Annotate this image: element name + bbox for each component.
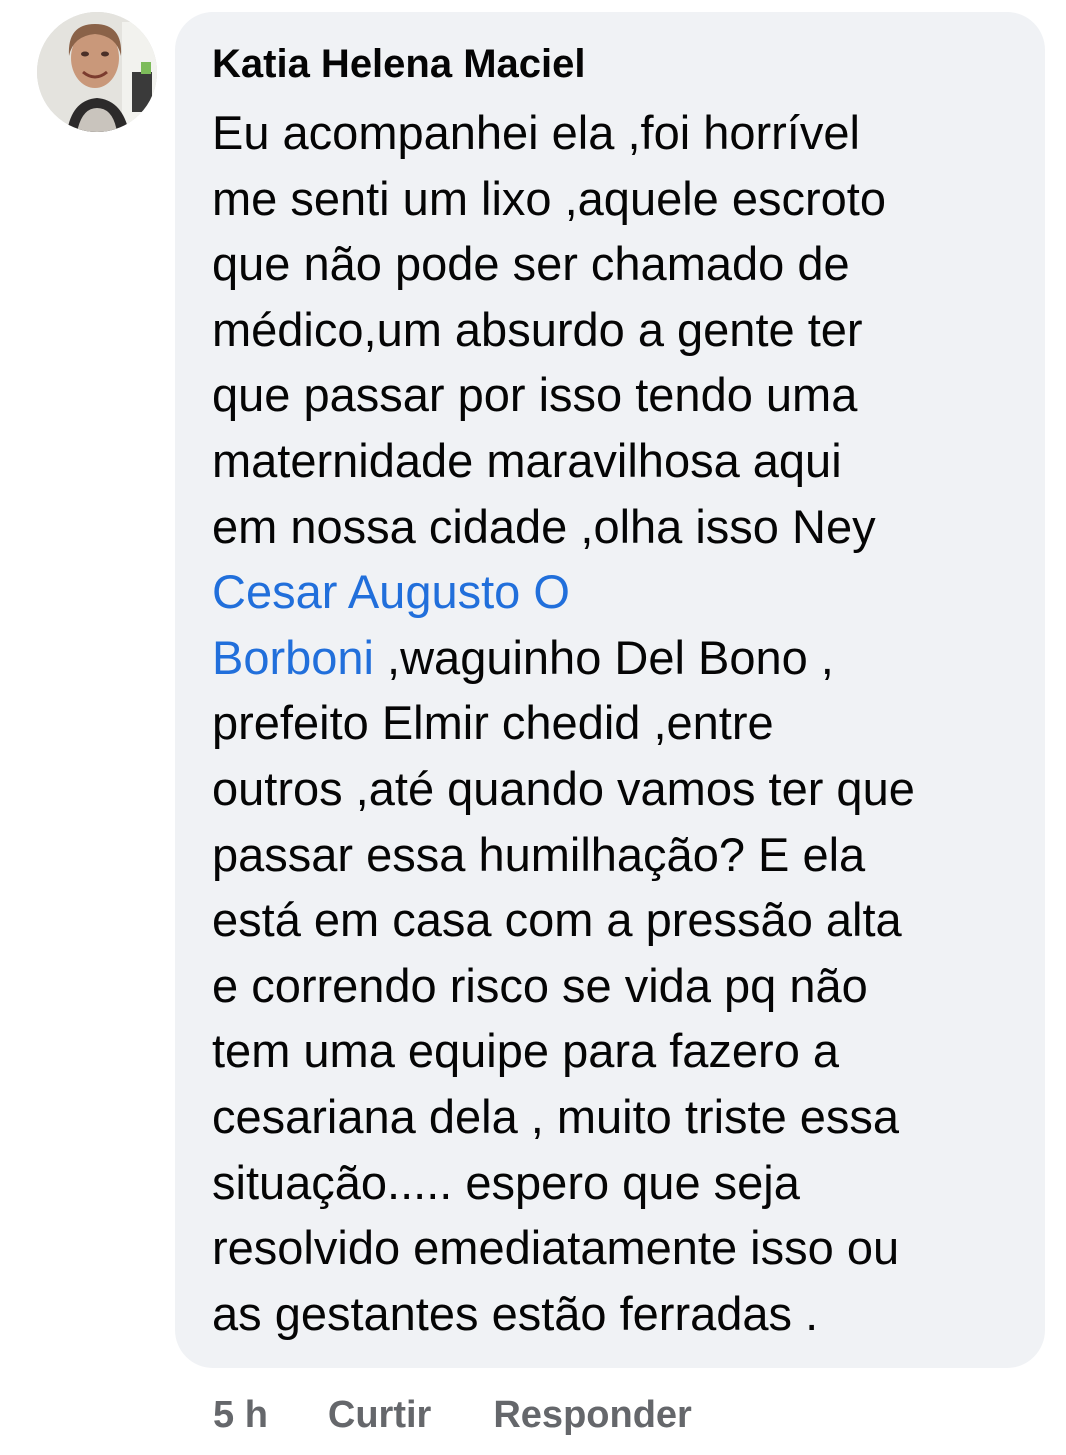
comment-author[interactable]: Katia Helena Maciel (212, 38, 1015, 90)
comment-bubble: Katia Helena Maciel Eu acompanhei ela ,f… (175, 12, 1045, 1368)
comment-text: Eu acompanhei ela ,foi horrível me senti… (212, 100, 1012, 1346)
like-button[interactable]: Curtir (328, 1394, 431, 1437)
reply-button[interactable]: Responder (493, 1394, 691, 1437)
comment-text-part1: Eu acompanhei ela ,foi horrível me senti… (212, 106, 886, 553)
avatar-photo-icon (37, 12, 157, 132)
comment: Katia Helena Maciel Eu acompanhei ela ,f… (0, 0, 1066, 1455)
avatar[interactable] (37, 12, 157, 132)
comment-text-part2: ,waguinho Del Bono , prefeito Elmir ched… (212, 630, 915, 1340)
comment-actions: 5 h Curtir Responder (213, 1390, 692, 1440)
timestamp[interactable]: 5 h (213, 1394, 268, 1437)
